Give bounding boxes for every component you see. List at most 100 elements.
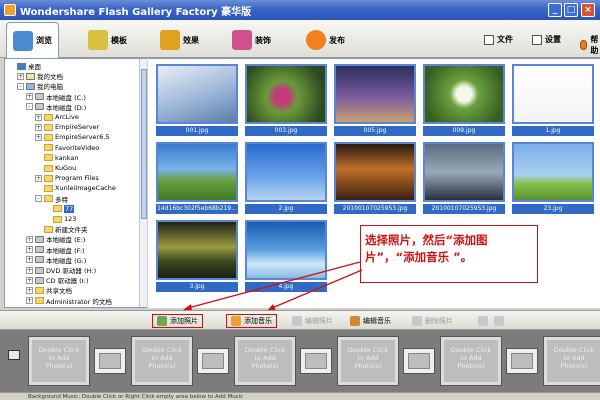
move-left-button[interactable] xyxy=(478,314,488,328)
expand-icon[interactable]: + xyxy=(26,266,33,274)
menu-settings[interactable]: 设置 xyxy=(532,34,561,45)
photo-image[interactable] xyxy=(245,64,327,124)
storyboard-slot[interactable]: Double Click to Add Photo(s) xyxy=(543,336,600,386)
tree-item[interactable]: + Administrator 的文档 xyxy=(26,296,112,306)
photo-image[interactable] xyxy=(423,64,505,124)
tree-item[interactable]: + 本地磁盘 (F:) xyxy=(26,245,85,255)
tree-item[interactable]: + CD 驱动器 (I:) xyxy=(26,275,88,285)
photo-thumbnail[interactable]: 1.jpg xyxy=(512,64,594,136)
tree-item[interactable]: 77 xyxy=(44,204,75,214)
tree-item[interactable]: + EmpireServer6.5 xyxy=(35,132,110,142)
photo-image[interactable] xyxy=(334,142,416,202)
storyboard-view-icon[interactable] xyxy=(8,350,20,360)
photo-thumbnail[interactable]: 009.jpg xyxy=(423,64,505,136)
tree-item[interactable]: 新建文件夹 xyxy=(35,224,88,234)
expand-icon[interactable]: + xyxy=(26,297,33,305)
tab-decorate[interactable]: 装饰 xyxy=(232,26,271,54)
tree-item[interactable]: + 本地磁盘 (E:) xyxy=(26,234,85,244)
add-photo-button[interactable]: 添加照片 xyxy=(152,314,203,328)
photo-image[interactable] xyxy=(512,64,594,124)
tree-item[interactable]: kankan xyxy=(35,153,79,163)
photo-thumbnail[interactable]: 005.jpg xyxy=(334,64,416,136)
transition-slot[interactable] xyxy=(94,348,126,374)
photo-thumbnail[interactable]: 3.jpg xyxy=(156,220,238,292)
tree-item[interactable]: - 本地磁盘 (D:) xyxy=(26,102,86,112)
tree-item[interactable]: + 我的文档 xyxy=(17,71,63,81)
transition-slot[interactable] xyxy=(403,348,435,374)
tab-effects[interactable]: 效果 xyxy=(160,26,199,54)
edit-photo-button[interactable]: 编辑照片 xyxy=(292,314,333,328)
tree-item[interactable]: 桌面 xyxy=(8,61,41,71)
tree-item[interactable]: + Program Files xyxy=(35,173,99,183)
tree-scrollbar-thumb[interactable] xyxy=(141,69,147,219)
photo-image[interactable] xyxy=(423,142,505,202)
photo-thumbnail[interactable]: 14d16bc302f5eb68b219... xyxy=(156,142,238,214)
tab-publish[interactable]: 发布 xyxy=(306,26,345,54)
photo-image[interactable] xyxy=(245,220,327,280)
photo-thumbnail[interactable]: 23.jpg xyxy=(512,142,594,214)
expand-icon[interactable]: + xyxy=(26,276,33,284)
tree-item[interactable]: KuGou xyxy=(35,163,76,173)
collapse-icon[interactable]: - xyxy=(35,195,42,203)
expand-icon[interactable]: + xyxy=(35,133,42,141)
expand-icon[interactable]: + xyxy=(26,235,33,243)
photo-image[interactable] xyxy=(156,64,238,124)
background-music-bar[interactable]: Background Music: Double Click or Right … xyxy=(0,392,600,400)
tree-item[interactable]: - 我的电脑 xyxy=(17,81,63,91)
photo-thumbnail[interactable]: 001.jpg xyxy=(156,64,238,136)
folder-tree[interactable]: 桌面 + 我的文档 - 我的电脑 + 本地磁盘 (C:) - 本地磁盘 (D:) + ArcLive… xyxy=(4,58,147,308)
storyboard[interactable]: Double Click to Add Photo(s) Double Click to… xyxy=(0,330,600,392)
move-left-icon xyxy=(478,316,488,326)
photo-thumbnail[interactable]: 4.jpg xyxy=(245,220,327,292)
expand-icon[interactable]: + xyxy=(26,246,33,254)
collapse-icon[interactable]: - xyxy=(26,103,33,111)
photo-thumbnail[interactable]: 20100107025953.jpg xyxy=(423,142,505,214)
photo-image[interactable] xyxy=(512,142,594,202)
expand-icon[interactable]: + xyxy=(35,174,42,182)
transition-slot[interactable] xyxy=(197,348,229,374)
tree-item[interactable]: + 共享文档 xyxy=(26,285,72,295)
move-right-button[interactable] xyxy=(494,314,504,328)
expand-icon[interactable]: + xyxy=(35,123,42,131)
tree-item[interactable]: + 本地磁盘 (C:) xyxy=(26,92,86,102)
storyboard-slot[interactable]: Double Click to Add Photo(s) xyxy=(28,336,90,386)
tree-item[interactable]: + 本地磁盘 (G:) xyxy=(26,255,86,265)
photo-image[interactable] xyxy=(156,142,238,202)
expand-icon[interactable]: + xyxy=(26,93,33,101)
storyboard-slot[interactable]: Double Click to Add Photo(s) xyxy=(337,336,399,386)
photo-thumbnail[interactable]: 20100107025953.jpg xyxy=(334,142,416,214)
edit-music-button[interactable]: 编辑音乐 xyxy=(350,314,391,328)
delete-photo-button[interactable]: 删除照片 xyxy=(412,314,453,328)
tree-item[interactable]: FavoriteVideo xyxy=(35,143,99,153)
tab-template[interactable]: 模板 xyxy=(88,26,127,54)
collapse-icon[interactable]: - xyxy=(17,82,24,90)
storyboard-slot[interactable]: Double Click to Add Photo(s) xyxy=(131,336,193,386)
menu-help[interactable]: 帮助 xyxy=(580,34,600,56)
photo-thumbnail[interactable]: 003.jpg xyxy=(245,64,327,136)
tree-item[interactable]: + DVD 驱动器 (H:) xyxy=(26,265,96,275)
add-music-button[interactable]: 添加音乐 xyxy=(226,314,277,328)
menu-file[interactable]: 文件 xyxy=(484,34,513,45)
transition-slot[interactable] xyxy=(300,348,332,374)
close-button[interactable]: × xyxy=(581,3,595,17)
storyboard-slot[interactable]: Double Click to Add Photo(s) xyxy=(234,336,296,386)
expand-icon[interactable]: + xyxy=(26,286,33,294)
tree-item[interactable]: + ArcLive xyxy=(35,112,79,122)
minimize-button[interactable]: _ xyxy=(548,3,562,17)
expand-icon[interactable]: + xyxy=(26,256,33,264)
storyboard-slot[interactable]: Double Click to Add Photo(s) xyxy=(440,336,502,386)
photo-image[interactable] xyxy=(334,64,416,124)
expand-icon[interactable]: + xyxy=(17,72,24,80)
tree-item[interactable]: 123 xyxy=(44,214,76,224)
tree-scrollbar[interactable] xyxy=(139,59,147,307)
maximize-button[interactable]: □ xyxy=(564,3,578,17)
photo-thumbnail[interactable]: 2.jpg xyxy=(245,142,327,214)
expand-icon[interactable]: + xyxy=(35,113,42,121)
tree-item[interactable]: + EmpireServer xyxy=(35,122,99,132)
photo-image[interactable] xyxy=(245,142,327,202)
tree-item[interactable]: XunleiImageCache xyxy=(35,183,116,193)
photo-image[interactable] xyxy=(156,220,238,280)
tree-item[interactable]: - 多特 xyxy=(35,194,68,204)
transition-slot[interactable] xyxy=(506,348,538,374)
tab-browse[interactable]: 浏览 xyxy=(6,22,59,58)
